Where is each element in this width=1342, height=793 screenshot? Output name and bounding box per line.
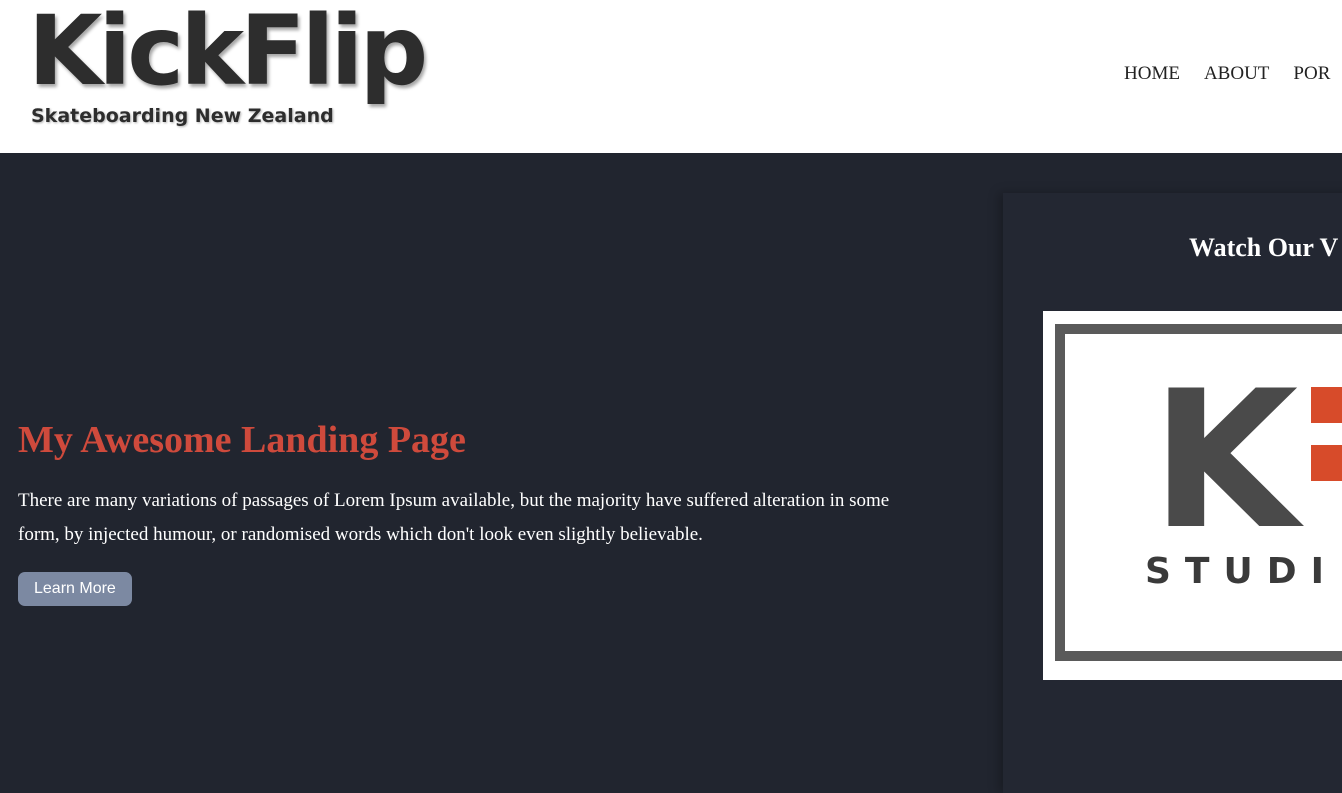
- logo-title: KickFlip: [28, 0, 428, 107]
- nav-portfolio-link[interactable]: POR: [1293, 63, 1330, 85]
- thumbnail-studio-text: STUDI: [1145, 551, 1338, 592]
- nav-about-link[interactable]: ABOUT: [1204, 63, 1269, 85]
- thumbnail-red-block: [1311, 445, 1342, 481]
- video-thumbnail[interactable]: K STUDI: [1043, 311, 1342, 680]
- hero-section: My Awesome Landing Page There are many v…: [18, 418, 918, 606]
- site-logo[interactable]: KickFlip Skateboarding New Zealand: [28, 0, 428, 136]
- logo-subtitle: Skateboarding New Zealand: [31, 105, 334, 127]
- site-header: KickFlip Skateboarding New Zealand HOME A…: [0, 0, 1342, 153]
- thumbnail-red-block: [1311, 387, 1342, 423]
- video-panel: Watch Our V K STUDI: [1003, 193, 1342, 793]
- main-nav: HOME ABOUT POR: [1124, 63, 1342, 85]
- hero-description: There are many variations of passages of…: [18, 490, 890, 545]
- thumbnail-logo-letter: K: [1151, 350, 1299, 571]
- nav-home-link[interactable]: HOME: [1124, 63, 1180, 85]
- video-panel-title: Watch Our V: [1189, 233, 1339, 262]
- learn-more-button[interactable]: Learn More: [18, 572, 132, 606]
- hero-title: My Awesome Landing Page: [18, 419, 466, 461]
